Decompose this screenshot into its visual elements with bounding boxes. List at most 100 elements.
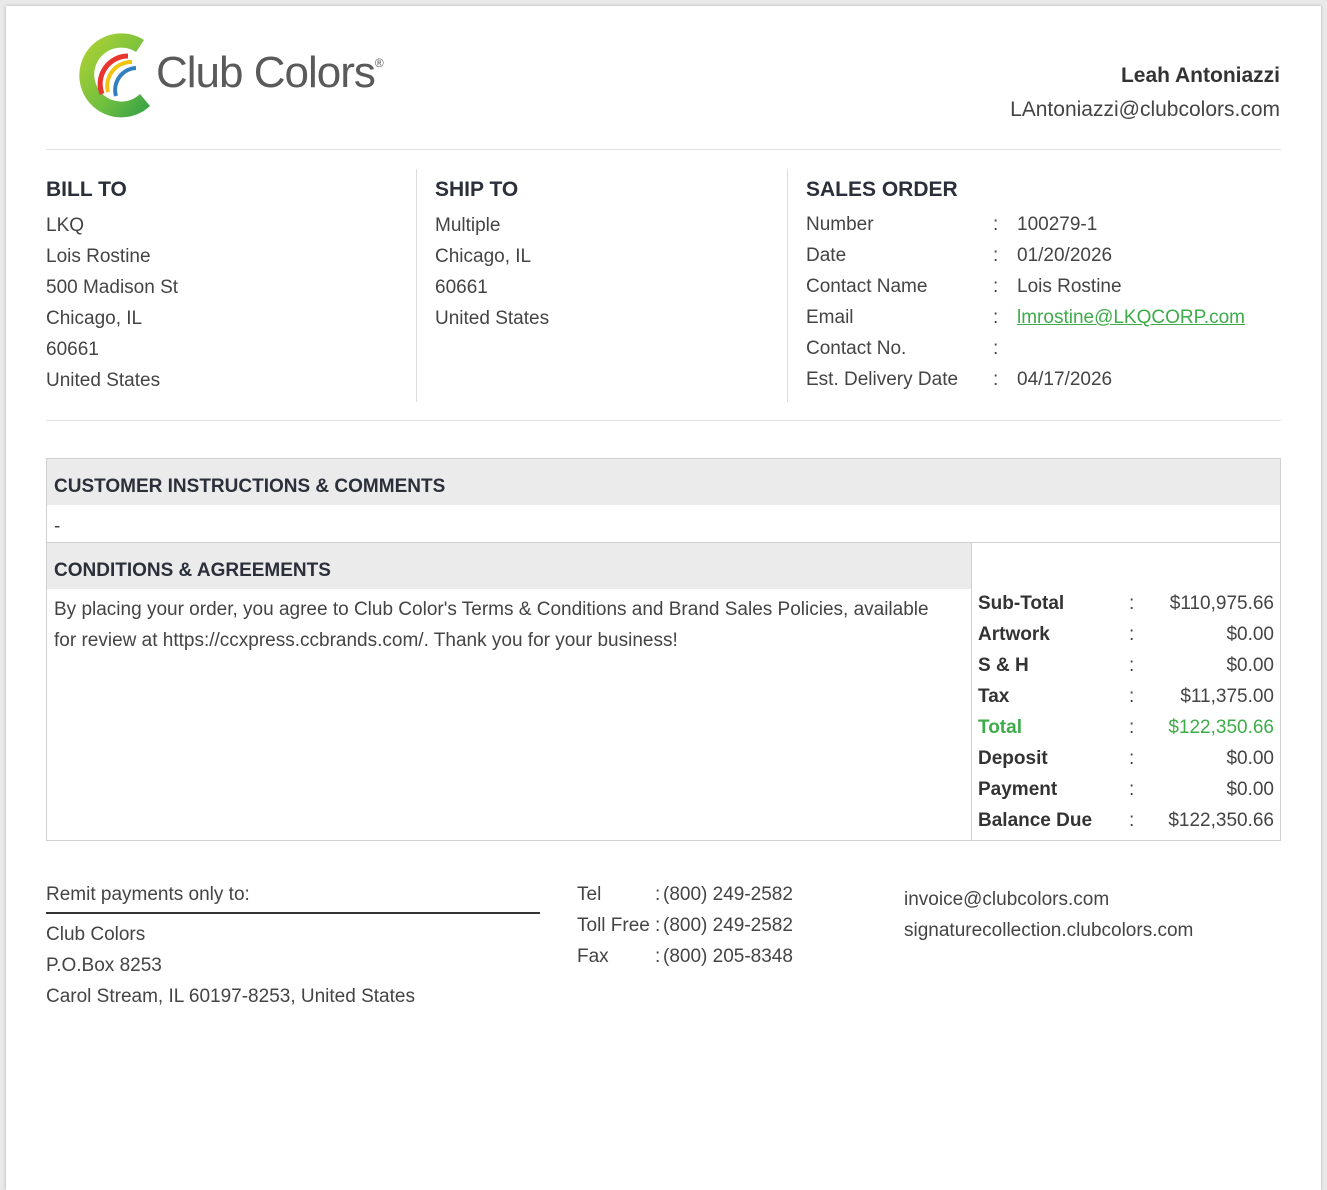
total-row-payment: Payment : $0.00 [978, 779, 1274, 810]
conditions-line: for review at https://ccxpress.ccbrands.… [54, 630, 678, 651]
so-separator: : [993, 214, 999, 235]
so-row-number: Number : 100279-1 [806, 214, 1286, 245]
total-value: $122,350.66 [1168, 717, 1274, 738]
total-row-deposit: Deposit : $0.00 [978, 748, 1274, 779]
website-link[interactable]: signaturecollection.clubcolors.com [904, 915, 1193, 946]
total-value: $0.00 [1226, 748, 1274, 769]
total-separator: : [1129, 748, 1135, 769]
so-row-email: Email : lmrostine@LKQCORP.com [806, 307, 1286, 338]
bill-to-line: LKQ [46, 215, 85, 236]
column-divider [416, 169, 417, 402]
total-separator: : [1129, 686, 1135, 707]
so-value: 04/17/2026 [1017, 369, 1113, 390]
total-row-artwork: Artwork : $0.00 [978, 624, 1274, 655]
bill-to-line: Lois Rostine [46, 246, 151, 267]
contact-separator: : [655, 884, 661, 905]
ship-to-heading: SHIP TO [435, 178, 519, 201]
email-link[interactable]: lmrostine@LKQCORP.com [1017, 307, 1245, 329]
bill-to-line: 60661 [46, 339, 99, 360]
remit-underline [46, 912, 540, 914]
column-divider [787, 169, 788, 402]
invoice-email-link[interactable]: invoice@clubcolors.com [904, 884, 1193, 915]
so-row-delivery-date: Est. Delivery Date : 04/17/2026 [806, 369, 1286, 400]
contact-label: Tel [577, 884, 602, 905]
rep-name: Leah Antoniazzi [1120, 64, 1280, 87]
total-row-shipping: S & H : $0.00 [978, 655, 1274, 686]
so-separator: : [993, 276, 999, 297]
bill-to-line: Chicago, IL [46, 308, 143, 329]
so-label: Number [806, 214, 874, 235]
so-row-date: Date : 01/20/2026 [806, 245, 1286, 276]
conditions-text: By placing your order, you agree to Club… [54, 594, 964, 656]
contact-value: (800) 249-2582 [663, 915, 793, 936]
total-row-balance-due: Balance Due : $122,350.66 [978, 810, 1274, 841]
so-value: Lois Rostine [1017, 276, 1122, 297]
totals-divider [971, 543, 972, 840]
ship-to-line: United States [435, 308, 550, 329]
total-separator: : [1129, 717, 1135, 738]
contact-separator: : [655, 946, 661, 967]
so-row-contact-name: Contact Name : Lois Rostine [806, 276, 1286, 307]
total-separator: : [1129, 655, 1135, 676]
so-separator: : [993, 307, 999, 328]
contact-row-tel: Tel : (800) 249-2582 [577, 884, 877, 915]
remit-line: Club Colors [46, 924, 146, 945]
contact-value: (800) 205-8348 [663, 946, 793, 967]
logo-wordmark: Club Colors® [156, 48, 384, 97]
total-label: Balance Due [978, 810, 1093, 831]
total-label: Tax [978, 686, 1010, 707]
so-label: Date [806, 245, 847, 266]
total-value: $0.00 [1226, 655, 1274, 676]
total-label: Artwork [978, 624, 1050, 645]
total-label: Payment [978, 779, 1058, 800]
so-separator: : [993, 369, 999, 390]
so-separator: : [993, 338, 999, 359]
total-separator: : [1129, 779, 1135, 800]
sales-order-document: Club Colors® Leah Antoniazzi LAntoniazzi… [6, 6, 1321, 1190]
total-label: S & H [978, 655, 1029, 676]
total-label: Total [978, 717, 1022, 738]
bill-to-heading: BILL TO [46, 178, 127, 201]
so-label: Email [806, 307, 854, 328]
so-row-contact-no: Contact No. : [806, 338, 1286, 369]
remit-heading: Remit payments only to: [46, 884, 250, 905]
ship-to-line: Chicago, IL [435, 246, 532, 267]
so-label: Contact No. [806, 338, 907, 359]
sales-order-heading: SALES ORDER [806, 178, 958, 201]
so-label: Est. Delivery Date [806, 369, 959, 390]
contact-value: (800) 249-2582 [663, 884, 793, 905]
remit-address: Club Colors P.O.Box 8253 Carol Stream, I… [46, 919, 415, 1012]
contact-row-toll-free: Toll Free : (800) 249-2582 [577, 915, 877, 946]
bill-to-block: LKQ Lois Rostine 500 Madison St Chicago,… [46, 210, 178, 396]
so-value: 01/20/2026 [1017, 245, 1113, 266]
contact-label: Fax [577, 946, 609, 967]
so-label: Contact Name [806, 276, 928, 297]
contact-separator: : [655, 915, 661, 936]
total-separator: : [1129, 624, 1135, 645]
section-divider [46, 420, 1281, 421]
total-value: $0.00 [1226, 624, 1274, 645]
instructions-text: - [54, 516, 61, 537]
so-separator: : [993, 245, 999, 266]
remit-line: P.O.Box 8253 [46, 955, 162, 976]
header-divider [46, 149, 1281, 150]
ship-to-line: Multiple [435, 215, 501, 236]
total-separator: : [1129, 810, 1135, 831]
total-row-tax: Tax : $11,375.00 [978, 686, 1274, 717]
total-row-total: Total : $122,350.66 [978, 717, 1274, 748]
total-label: Deposit [978, 748, 1048, 769]
total-value: $110,975.66 [1169, 593, 1274, 614]
so-value: 100279-1 [1017, 214, 1098, 235]
bill-to-line: United States [46, 370, 161, 391]
bill-to-line: 500 Madison St [46, 277, 179, 298]
contact-label: Toll Free [577, 915, 650, 936]
total-value: $122,350.66 [1168, 810, 1274, 831]
conditions-line: By placing your order, you agree to Club… [54, 599, 929, 620]
instructions-heading: CUSTOMER INSTRUCTIONS & COMMENTS [54, 476, 446, 497]
contact-row-fax: Fax : (800) 205-8348 [577, 946, 877, 977]
total-label: Sub-Total [978, 593, 1065, 614]
footer-web: invoice@clubcolors.com signaturecollecti… [904, 884, 1193, 946]
conditions-heading: CONDITIONS & AGREEMENTS [54, 560, 331, 581]
ship-to-block: Multiple Chicago, IL 60661 United States [435, 210, 549, 334]
total-row-subtotal: Sub-Total : $110,975.66 [978, 593, 1274, 624]
